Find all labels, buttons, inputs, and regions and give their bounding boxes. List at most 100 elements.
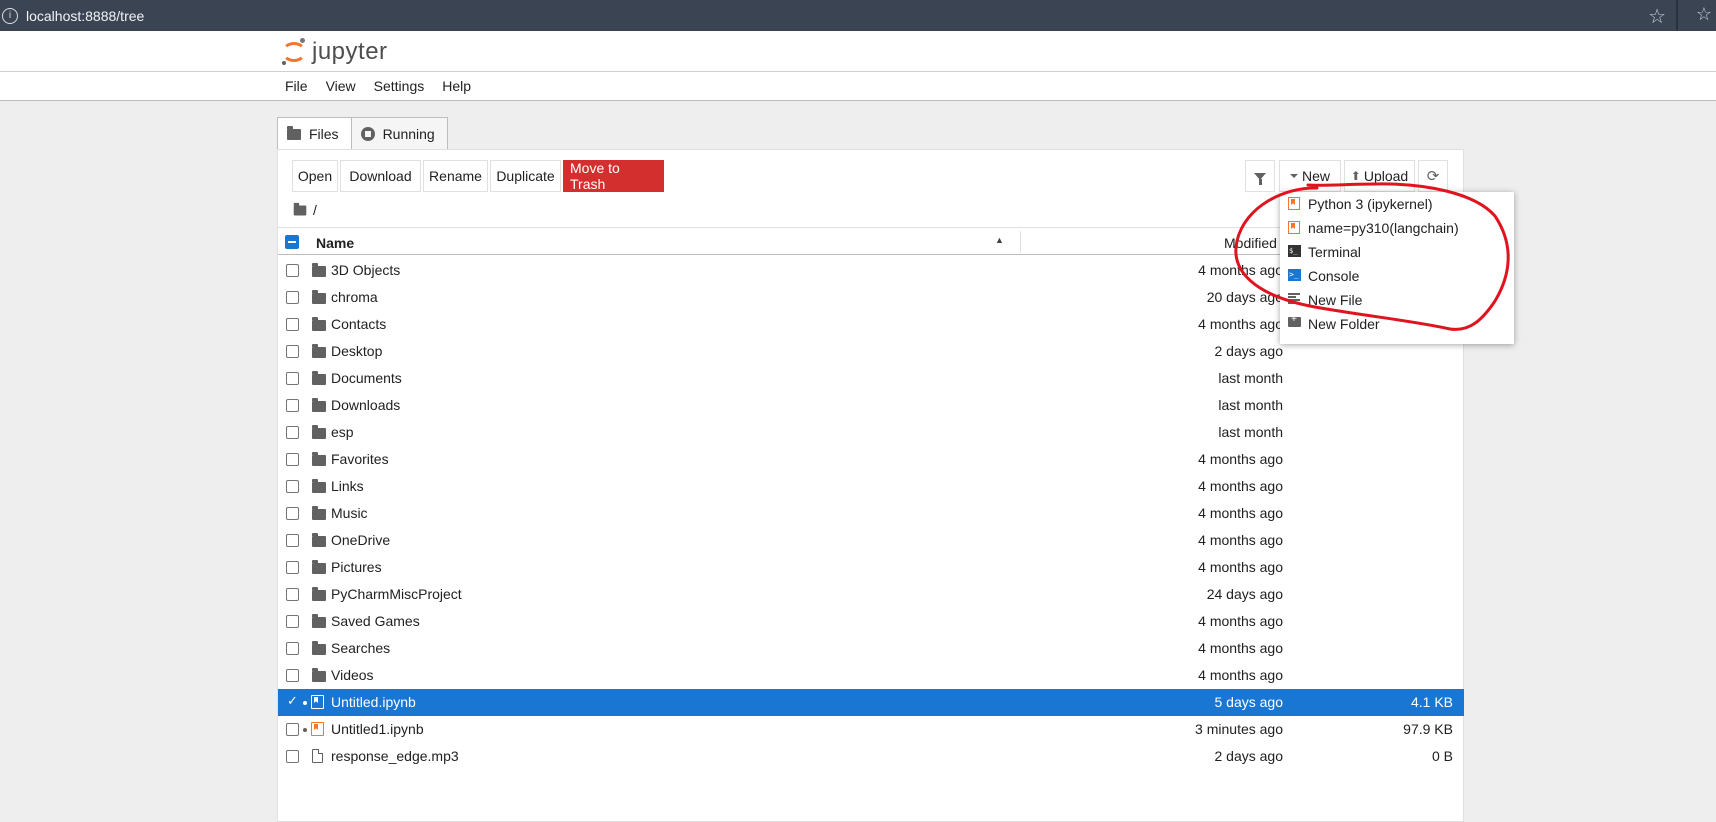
file-row-selected[interactable]: ✓ Untitled.ipynb 5 days ago 4.1 KB xyxy=(278,689,1464,716)
file-row[interactable]: esp last month xyxy=(278,419,1464,446)
modified-column-header[interactable]: Modified xyxy=(1224,235,1277,251)
row-checkbox[interactable] xyxy=(286,642,299,655)
file-name[interactable]: Untitled1.ipynb xyxy=(331,721,424,737)
sort-ascending-icon[interactable]: ▲ xyxy=(995,235,1004,245)
row-checkbox[interactable] xyxy=(286,372,299,385)
file-name[interactable]: Documents xyxy=(331,370,402,386)
menu-file[interactable]: File xyxy=(285,78,308,94)
file-modified: 4 months ago xyxy=(1198,532,1283,548)
folder-icon xyxy=(312,587,326,601)
row-checkbox-checked[interactable]: ✓ xyxy=(287,693,300,708)
row-checkbox[interactable] xyxy=(286,291,299,304)
menu-item-label: Terminal xyxy=(1308,244,1361,260)
menu-view[interactable]: View xyxy=(326,78,356,94)
tab-files[interactable]: Files xyxy=(277,117,352,150)
column-resizer[interactable] xyxy=(1020,231,1021,253)
file-name[interactable]: esp xyxy=(331,424,354,440)
file-row[interactable]: Videos 4 months ago xyxy=(278,662,1464,689)
download-button[interactable]: Download xyxy=(340,160,421,192)
bookmark-star-icon[interactable]: ☆ xyxy=(1648,4,1666,29)
new-folder-icon xyxy=(1288,314,1301,327)
file-name[interactable]: Links xyxy=(331,478,364,494)
file-name[interactable]: Searches xyxy=(331,640,390,656)
row-checkbox[interactable] xyxy=(286,345,299,358)
file-row[interactable]: response_edge.mp3 2 days ago 0 B xyxy=(278,743,1464,770)
row-checkbox[interactable] xyxy=(286,750,299,763)
refresh-button[interactable]: ⟳ xyxy=(1418,160,1448,192)
row-checkbox[interactable] xyxy=(286,669,299,682)
breadcrumb-path[interactable]: / xyxy=(313,202,317,218)
duplicate-button[interactable]: Duplicate xyxy=(490,160,561,192)
menu-settings[interactable]: Settings xyxy=(374,78,425,94)
file-row[interactable]: Saved Games 4 months ago xyxy=(278,608,1464,635)
header-divider xyxy=(0,71,1716,72)
file-modified: 4 months ago xyxy=(1198,613,1283,629)
file-row[interactable]: Favorites 4 months ago xyxy=(278,446,1464,473)
folder-icon xyxy=(312,290,326,304)
favorites-icon[interactable]: ☆ xyxy=(1696,4,1712,25)
row-checkbox[interactable] xyxy=(286,534,299,547)
filter-button[interactable] xyxy=(1245,160,1275,192)
upload-button-label: Upload xyxy=(1363,168,1409,184)
site-info-icon[interactable]: i xyxy=(2,7,18,24)
row-checkbox[interactable] xyxy=(286,723,299,736)
file-name[interactable]: Music xyxy=(331,505,368,521)
folder-icon xyxy=(287,125,301,140)
file-name[interactable]: Favorites xyxy=(331,451,389,467)
home-folder-icon[interactable] xyxy=(293,202,307,215)
file-name[interactable]: Saved Games xyxy=(331,613,420,629)
row-checkbox[interactable] xyxy=(286,480,299,493)
file-size: 97.9 KB xyxy=(1403,721,1453,737)
new-folder[interactable]: New Folder xyxy=(1280,312,1514,336)
file-row[interactable]: Pictures 4 months ago xyxy=(278,554,1464,581)
file-name[interactable]: 3D Objects xyxy=(331,262,400,278)
file-name[interactable]: Downloads xyxy=(331,397,400,413)
new-py310-notebook[interactable]: name=py310(langchain) xyxy=(1280,216,1514,240)
new-python3-notebook[interactable]: Python 3 (ipykernel) xyxy=(1280,192,1514,216)
row-checkbox[interactable] xyxy=(286,318,299,331)
file-row[interactable]: Downloads last month xyxy=(278,392,1464,419)
row-checkbox[interactable] xyxy=(286,453,299,466)
file-modified: 24 days ago xyxy=(1206,586,1283,602)
file-row[interactable]: PyCharmMiscProject 24 days ago xyxy=(278,581,1464,608)
select-all-checkbox[interactable] xyxy=(285,235,299,249)
file-name[interactable]: Untitled.ipynb xyxy=(331,694,416,710)
move-to-trash-button[interactable]: Move to Trash xyxy=(563,160,664,192)
tab-running[interactable]: Running xyxy=(350,117,448,149)
console-icon: >_ xyxy=(1288,269,1301,281)
menu-help[interactable]: Help xyxy=(442,78,471,94)
upload-button[interactable]: ⬆ Upload xyxy=(1344,160,1415,192)
row-checkbox[interactable] xyxy=(286,507,299,520)
file-row[interactable]: Searches 4 months ago xyxy=(278,635,1464,662)
file-name[interactable]: response_edge.mp3 xyxy=(331,748,459,764)
file-row[interactable]: Documents last month xyxy=(278,365,1464,392)
jupyter-logo[interactable]: jupyter xyxy=(282,37,388,67)
new-console[interactable]: >_ Console xyxy=(1280,264,1514,288)
new-button[interactable]: New xyxy=(1279,160,1341,192)
url-text[interactable]: localhost:8888/tree xyxy=(26,8,144,24)
open-button[interactable]: Open xyxy=(292,160,338,192)
file-name[interactable]: Videos xyxy=(331,667,374,683)
file-modified: 4 months ago xyxy=(1198,316,1283,332)
file-name[interactable]: Contacts xyxy=(331,316,386,332)
file-name[interactable]: PyCharmMiscProject xyxy=(331,586,462,602)
new-file[interactable]: New File xyxy=(1280,288,1514,312)
rename-button[interactable]: Rename xyxy=(423,160,488,192)
row-checkbox[interactable] xyxy=(286,615,299,628)
file-row[interactable]: Music 4 months ago xyxy=(278,500,1464,527)
file-name[interactable]: OneDrive xyxy=(331,532,390,548)
file-name[interactable]: Pictures xyxy=(331,559,382,575)
row-checkbox[interactable] xyxy=(286,264,299,277)
new-terminal[interactable]: $_ Terminal xyxy=(1280,240,1514,264)
file-row[interactable]: Links 4 months ago xyxy=(278,473,1464,500)
file-name[interactable]: chroma xyxy=(331,289,378,305)
folder-icon xyxy=(312,344,326,358)
name-column-header[interactable]: Name xyxy=(316,235,354,251)
file-name[interactable]: Desktop xyxy=(331,343,382,359)
file-row[interactable]: Untitled1.ipynb 3 minutes ago 97.9 KB xyxy=(278,716,1464,743)
row-checkbox[interactable] xyxy=(286,588,299,601)
row-checkbox[interactable] xyxy=(286,399,299,412)
file-row[interactable]: OneDrive 4 months ago xyxy=(278,527,1464,554)
row-checkbox[interactable] xyxy=(286,426,299,439)
row-checkbox[interactable] xyxy=(286,561,299,574)
